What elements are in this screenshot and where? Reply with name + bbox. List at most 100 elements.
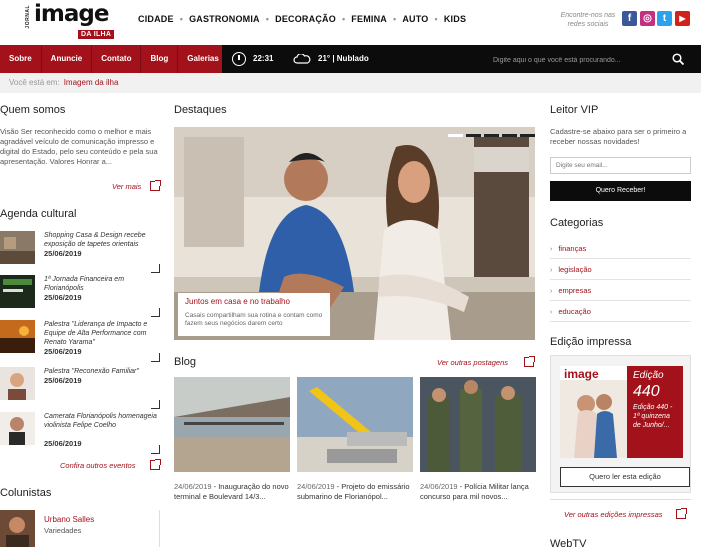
blog-date: 24/06/2019 — [174, 482, 212, 491]
agenda-heading: Agenda cultural — [0, 208, 77, 220]
nav-galerias[interactable]: Galerias — [178, 45, 228, 73]
search-input[interactable] — [493, 54, 663, 66]
blog-date: 24/06/2019 — [297, 482, 335, 491]
confira-eventos-link[interactable]: Confira outros eventos — [60, 461, 135, 470]
agenda-thumbnail — [0, 412, 35, 445]
edicao-heading: Edição impressa — [550, 336, 632, 348]
blog-card[interactable]: 24/06/2019 - Inauguração do novo termina… — [174, 377, 290, 501]
agenda-date: 25/06/2019 — [44, 347, 82, 356]
nav-femina[interactable]: FEMINA — [351, 14, 387, 24]
social-label: Encontre-nos nas redes sociais — [560, 12, 616, 28]
secondary-nav: Sobre Anuncie Contato Blog Galerias — [0, 45, 222, 73]
chevron-right-icon: › — [550, 267, 553, 274]
agenda-date: 25/06/2019 — [44, 249, 82, 258]
colunista-topic: Variedades — [44, 526, 82, 535]
list-item[interactable]: 1ª Jornada Financeira em Florianópolis 2… — [0, 275, 162, 319]
agenda-thumbnail — [0, 275, 35, 308]
quem-somos-heading: Quem somos — [0, 104, 66, 116]
twitter-icon[interactable]: t — [657, 11, 672, 26]
slider-dot[interactable] — [466, 134, 481, 137]
external-link-icon[interactable] — [150, 180, 161, 191]
hero-caption-title: Juntos em casa e no trabalho — [185, 297, 290, 306]
colunista-avatar[interactable] — [0, 510, 35, 547]
logo-subtitle: DA ILHA — [78, 30, 115, 39]
magazine-cover[interactable]: image — [560, 366, 627, 458]
blog-date: 24/06/2019 — [420, 482, 458, 491]
agenda-title: Palestra "Reconexão Familiar" — [44, 368, 139, 375]
external-link-icon[interactable] — [150, 459, 161, 470]
nav-separator: • — [393, 14, 397, 24]
external-link-icon[interactable] — [676, 508, 687, 519]
facebook-icon[interactable]: f — [622, 11, 637, 26]
breadcrumb: Você está em: Imagem da ilha — [0, 73, 701, 93]
nav-gastronomia[interactable]: GASTRONOMIA — [189, 14, 260, 24]
list-item[interactable]: Camerata Florianópolis homenageia violin… — [0, 412, 162, 456]
site-logo[interactable]: JORNAL image DA ILHA — [22, 1, 116, 39]
chevron-right-icon: › — [550, 309, 553, 316]
edition-info[interactable]: Edição 440 Edição 440 - 1ª quinzena de J… — [627, 366, 683, 458]
hero-caption-text: Casais compartilham sua rotina e contam … — [185, 312, 323, 327]
logo-wordmark: image — [34, 1, 109, 27]
category-item[interactable]: › empresas — [550, 281, 691, 301]
nav-anuncie[interactable]: Anuncie — [42, 45, 93, 73]
category-item[interactable]: › finanças — [550, 239, 691, 259]
list-item[interactable]: Shopping Casa & Design recebe exposição … — [0, 231, 162, 275]
hero-caption[interactable]: Juntos em casa e no trabalho Casais comp… — [178, 293, 330, 336]
nav-decoracao[interactable]: DECORAÇÃO — [275, 14, 336, 24]
list-item[interactable]: Palestra "Liderança de Impacto e Equipe … — [0, 320, 162, 364]
slider-dot[interactable] — [448, 134, 463, 137]
logo-jornal-label: JORNAL — [25, 5, 31, 29]
edition-description: Edição 440 - 1ª quinzena de Junho/... — [633, 404, 673, 429]
nav-kids[interactable]: KIDS — [444, 14, 466, 24]
current-time: 22:31 — [253, 54, 274, 63]
ver-outras-edicoes-link[interactable]: Ver outras edições impressas — [564, 510, 663, 519]
magazine-cover-image: image — [560, 366, 627, 458]
chevron-right-icon: › — [550, 288, 553, 295]
corner-marker — [151, 308, 160, 317]
email-field[interactable] — [550, 157, 691, 174]
slider-dot[interactable] — [502, 134, 517, 137]
category-item[interactable]: › legislação — [550, 260, 691, 280]
instagram-icon[interactable]: ◎ — [640, 11, 655, 26]
category-item[interactable]: › educação — [550, 302, 691, 322]
slider-dot[interactable] — [520, 134, 535, 137]
nav-auto[interactable]: AUTO — [402, 14, 428, 24]
blog-image — [420, 377, 536, 472]
slider-dot[interactable] — [484, 134, 499, 137]
edition-label: Edição — [633, 370, 664, 381]
breadcrumb-current[interactable]: Imagem da ilha — [64, 78, 119, 87]
category-label: empresas — [558, 286, 592, 295]
top-bar: Sobre Anuncie Contato Blog Galerias 22:3… — [0, 45, 701, 73]
ver-outras-postagens-link[interactable]: Ver outras postagens — [437, 358, 508, 367]
agenda-title: Palestra "Liderança de Impacto e Equipe … — [44, 321, 148, 346]
main-nav: CIDADE • GASTRONOMIA • DECORAÇÃO • FEMINA • … — [138, 14, 466, 24]
read-edition-button[interactable]: Quero ler esta edição — [560, 467, 690, 487]
webtv-heading: WebTV — [550, 538, 587, 550]
list-item[interactable]: Palestra "Reconexão Familiar" 25/06/2019 — [0, 367, 162, 411]
blog-card[interactable]: 24/06/2019 - Projeto do emissário submar… — [297, 377, 413, 501]
quem-somos-text: Visão Ser reconhecido como o melhor e ma… — [0, 127, 158, 166]
agenda-thumbnail — [0, 231, 35, 264]
nav-separator: • — [179, 14, 184, 24]
external-link-icon[interactable] — [524, 356, 535, 367]
agenda-thumbnail — [0, 320, 35, 353]
nav-contato[interactable]: Contato — [92, 45, 142, 73]
corner-marker — [151, 353, 160, 362]
nav-sobre[interactable]: Sobre — [0, 45, 42, 73]
corner-marker — [151, 445, 160, 454]
agenda-date: 25/06/2019 — [44, 439, 82, 448]
weather-status: 21° | Nublado — [318, 54, 369, 63]
youtube-icon[interactable]: ▶ — [675, 11, 690, 26]
colunista-name[interactable]: Urbano Salles — [44, 515, 94, 524]
chevron-right-icon: › — [550, 246, 553, 253]
agenda-date: 25/06/2019 — [44, 293, 82, 302]
subscribe-button[interactable]: Quero Receber! — [550, 181, 691, 201]
nav-cidade[interactable]: CIDADE — [138, 14, 174, 24]
colunistas-heading: Colunistas — [0, 487, 52, 499]
ver-mais-link[interactable]: Ver mais — [112, 182, 141, 191]
blog-card[interactable]: 24/06/2019 - Polícia Militar lança concu… — [420, 377, 536, 501]
nav-blog[interactable]: Blog — [141, 45, 179, 73]
category-label: educação — [558, 307, 591, 316]
search-icon[interactable] — [672, 53, 684, 65]
corner-marker — [151, 264, 160, 273]
